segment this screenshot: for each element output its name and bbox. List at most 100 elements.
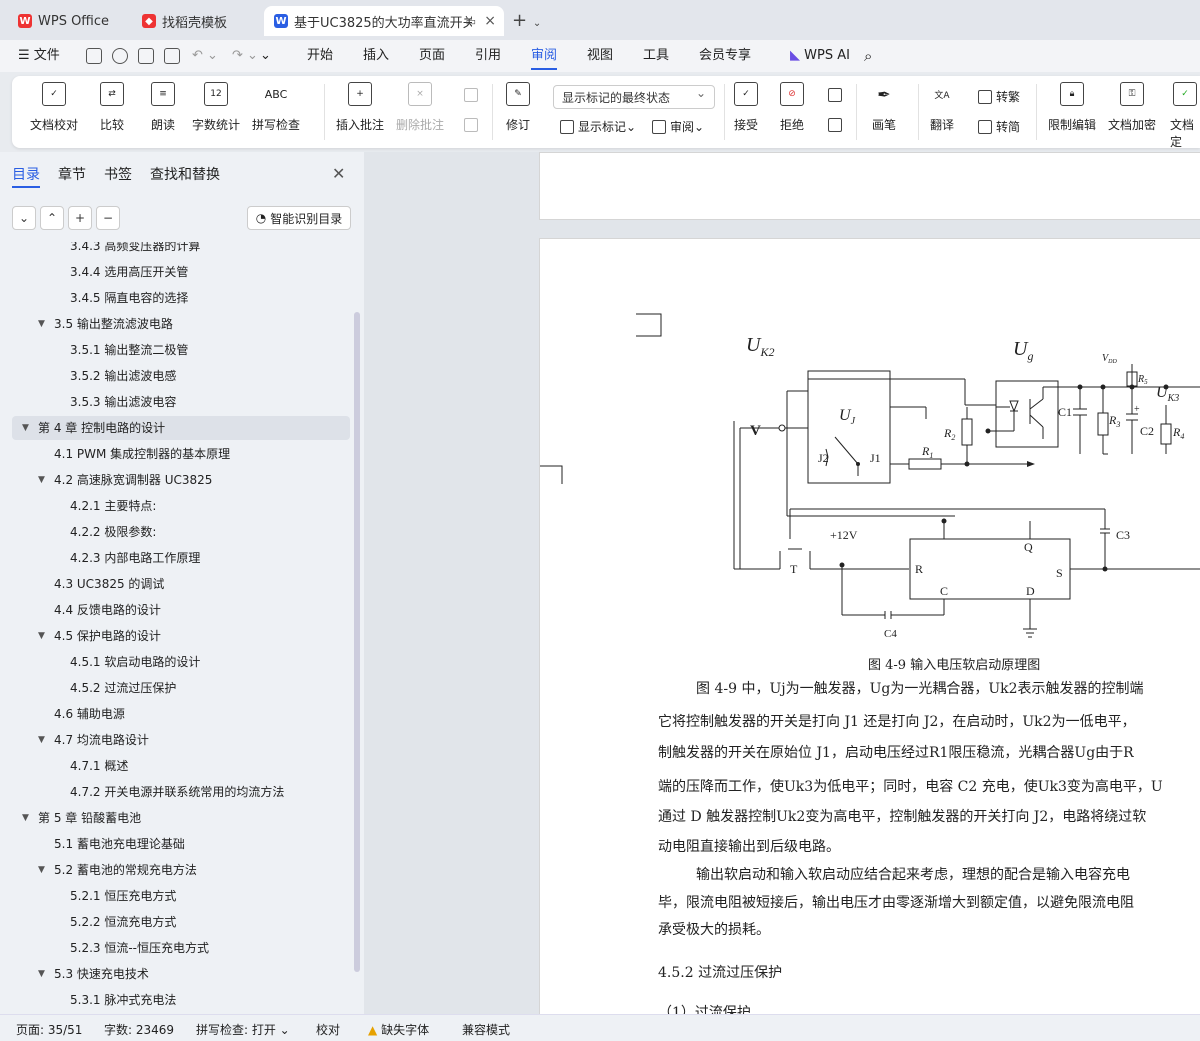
remove-heading-button[interactable]: − xyxy=(96,206,120,230)
toc-item[interactable]: 3.4.4 选用高压开关管 xyxy=(12,260,350,284)
tab-document[interactable]: W 基于UC3825的大功率直流开关 ▭ × xyxy=(264,6,504,36)
expand-caret-icon[interactable]: ▼ xyxy=(38,962,45,986)
smart-toc-button[interactable]: ◔ 智能识别目录 xyxy=(247,206,351,230)
toc-item[interactable]: 4.7.1 概述 xyxy=(12,754,350,778)
toc-item[interactable]: 5.3.1 脉冲式充电法 xyxy=(12,988,350,1012)
tab-find-replace[interactable]: 查找和替换 xyxy=(150,164,220,184)
spell-check-status[interactable]: 拼写检查: 打开 ⌄ xyxy=(196,1021,290,1038)
tab-bookmarks[interactable]: 书签 xyxy=(104,164,132,184)
toc-item[interactable]: 3.5.1 输出整流二极管 xyxy=(12,338,350,362)
menu-insert[interactable]: 插入 xyxy=(363,40,389,72)
word-count[interactable]: 字数: 23469 xyxy=(104,1021,174,1038)
compare-button[interactable]: ⇄ 比较 xyxy=(100,82,124,133)
new-tab-button[interactable]: + ⌄ xyxy=(512,10,541,31)
toc-item[interactable]: ▼ 5.2 蓄电池的常规充电方法 xyxy=(12,858,350,882)
prev-change-icon[interactable] xyxy=(828,88,846,102)
more-chevron-icon[interactable]: ⌄ xyxy=(260,40,271,72)
toc-item[interactable]: 4.3 UC3825 的调试 xyxy=(12,572,350,596)
tab-templates[interactable]: ◆ 找稻壳模板 xyxy=(132,6,258,36)
menu-view[interactable]: 视图 xyxy=(587,40,613,72)
redo-icon[interactable]: ↷ ⌄ xyxy=(232,40,258,72)
toc-item[interactable]: 5.2.2 恒流充电方式 xyxy=(12,910,350,934)
toc-scrollbar[interactable] xyxy=(354,312,360,972)
proofread-status[interactable]: 校对 xyxy=(316,1021,340,1038)
toc-item[interactable]: 4.4 反馈电路的设计 xyxy=(12,598,350,622)
toc-item[interactable]: ▼ 第 4 章 控制电路的设计 xyxy=(12,416,350,440)
save-icon[interactable] xyxy=(86,48,102,64)
delete-comment-button[interactable]: × 删除批注 xyxy=(396,82,444,133)
pen-button[interactable]: ✒ 画笔 xyxy=(872,82,896,133)
print-preview-icon[interactable] xyxy=(164,48,180,64)
accept-button[interactable]: ✓ 接受 xyxy=(734,82,758,133)
chevron-down-icon[interactable]: ⌄ xyxy=(533,18,541,29)
toc-item[interactable]: 3.4.5 隔直电容的选择 xyxy=(12,286,350,310)
toc-item[interactable]: 4.2.1 主要特点: xyxy=(12,494,350,518)
toc-item[interactable]: 4.2.2 极限参数: xyxy=(12,520,350,544)
toc-item[interactable]: ▼ 3.5 输出整流滤波电路 xyxy=(12,312,350,336)
toc-item[interactable]: 4.7.2 开关电源并联系统常用的均流方法 xyxy=(12,780,350,804)
expand-caret-icon[interactable]: ▼ xyxy=(38,468,45,492)
menu-member[interactable]: 会员专享 xyxy=(699,40,751,72)
toc-item[interactable]: 3.5.2 输出滤波电感 xyxy=(12,364,350,388)
toc-item[interactable]: 4.5.1 软启动电路的设计 xyxy=(12,650,350,674)
tab-chapters[interactable]: 章节 xyxy=(58,164,86,184)
prev-comment-icon[interactable] xyxy=(464,88,482,102)
toc-item[interactable]: 4.5.2 过流过压保护 xyxy=(12,676,350,700)
toc-item[interactable]: 5.1 蓄电池充电理论基础 xyxy=(12,832,350,856)
menu-reference[interactable]: 引用 xyxy=(475,40,501,72)
review-pane-button[interactable]: 审阅 ⌄ xyxy=(652,118,704,135)
encrypt-button[interactable]: ⚿ 文档加密 xyxy=(1108,82,1156,133)
expand-caret-icon[interactable]: ▼ xyxy=(38,728,45,752)
word-count-button[interactable]: 12 字数统计 xyxy=(192,82,240,133)
toc-item[interactable]: ▼ 4.7 均流电路设计 xyxy=(12,728,350,752)
file-menu[interactable]: ☰ 文件 xyxy=(18,40,60,72)
reject-button[interactable]: ⊘ 拒绝 xyxy=(780,82,804,133)
spell-check-button[interactable]: ABC 拼写检查 xyxy=(252,82,300,133)
doc-check-button[interactable]: ✓ 文档校对 xyxy=(30,82,78,133)
toc-item[interactable]: 5.2.1 恒压充电方式 xyxy=(12,884,350,908)
monitor-icon[interactable]: ▭ xyxy=(466,15,476,28)
expand-caret-icon[interactable]: ▼ xyxy=(38,312,45,336)
toc-item[interactable]: 4.2.3 内部电路工作原理 xyxy=(12,546,350,570)
close-tab-icon[interactable]: × xyxy=(484,13,496,29)
menu-page[interactable]: 页面 xyxy=(419,40,445,72)
toc-item[interactable]: 4.1 PWM 集成控制器的基本原理 xyxy=(12,442,350,466)
page-indicator[interactable]: 页面: 35/51 xyxy=(16,1021,82,1038)
toc-item[interactable]: 3.4.3 高频变压器的计算 xyxy=(12,242,350,258)
expand-caret-icon[interactable]: ▼ xyxy=(22,806,29,830)
insert-comment-button[interactable]: + 插入批注 xyxy=(336,82,384,133)
toc-item[interactable]: ▼ 5.3 快速充电技术 xyxy=(12,962,350,986)
revise-button[interactable]: ✎ 修订 xyxy=(506,82,530,133)
translate-button[interactable]: 文A 翻译 xyxy=(930,82,954,133)
next-change-icon[interactable] xyxy=(828,118,846,132)
to-traditional-button[interactable]: 转繁 xyxy=(978,88,1020,105)
search-icon[interactable]: ⌕ xyxy=(864,40,872,72)
next-comment-icon[interactable] xyxy=(464,118,482,132)
to-simplified-button[interactable]: 转简 xyxy=(978,118,1020,135)
tab-toc[interactable]: 目录 xyxy=(12,164,40,184)
display-mode-select[interactable]: 显示标记的最终状态 xyxy=(553,85,715,109)
show-marks-button[interactable]: 显示标记 ⌄ xyxy=(560,118,636,135)
menu-review[interactable]: 审阅 xyxy=(531,40,558,72)
print-icon[interactable] xyxy=(138,48,154,64)
toc-item[interactable]: ▼ 第 5 章 铅酸蓄电池 xyxy=(12,806,350,830)
expand-caret-icon[interactable]: ▼ xyxy=(38,858,45,882)
toc-item[interactable]: 4.6 辅助电源 xyxy=(12,702,350,726)
doc-fix-button[interactable]: ✓ 文档定 xyxy=(1170,82,1200,150)
toc-item[interactable]: ▼ 4.5 保护电路的设计 xyxy=(12,624,350,648)
collapse-up-button[interactable]: ⌃ xyxy=(40,206,64,230)
toc-item[interactable]: 3.5.3 输出滤波电容 xyxy=(12,390,350,414)
wps-ai-button[interactable]: ◣ WPS AI xyxy=(790,40,850,72)
read-aloud-button[interactable]: ≡ 朗读 xyxy=(151,82,175,133)
undo-icon[interactable]: ↶ ⌄ xyxy=(192,40,218,72)
close-pane-icon[interactable]: ✕ xyxy=(332,164,345,183)
expand-caret-icon[interactable]: ▼ xyxy=(22,416,29,440)
toc-item[interactable]: 5.2.3 恒流--恒压充电方式 xyxy=(12,936,350,960)
missing-font-status[interactable]: ▲ 缺失字体 xyxy=(368,1021,429,1038)
add-heading-button[interactable]: + xyxy=(68,206,92,230)
toc-item[interactable]: ▼ 4.2 高速脉宽调制器 UC3825 xyxy=(12,468,350,492)
expand-caret-icon[interactable]: ▼ xyxy=(38,624,45,648)
expand-down-button[interactable]: ⌄ xyxy=(12,206,36,230)
menu-tools[interactable]: 工具 xyxy=(643,40,669,72)
restrict-edit-button[interactable]: 🔒︎ 限制编辑 xyxy=(1048,82,1096,133)
